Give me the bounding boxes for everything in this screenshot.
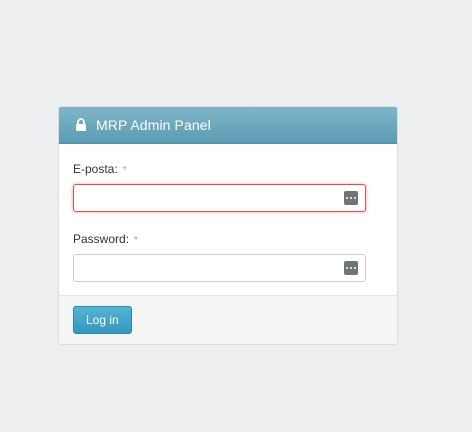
password-manager-icon[interactable] (344, 261, 358, 275)
required-asterisk: * (122, 165, 127, 176)
email-input[interactable] (73, 184, 366, 212)
email-field-group: E-posta: * (73, 162, 366, 212)
login-button[interactable]: Log in (73, 306, 132, 334)
email-label-text: E-posta: (73, 162, 118, 176)
login-panel: MRP Admin Panel E-posta: * Password: * L… (58, 106, 398, 345)
panel-header: MRP Admin Panel (59, 107, 397, 144)
required-asterisk: * (134, 235, 138, 246)
password-input-wrap (73, 254, 366, 282)
lock-icon (76, 118, 86, 131)
email-label: E-posta: * (73, 162, 365, 176)
password-field-group: Password: * (73, 232, 366, 282)
password-manager-icon[interactable] (344, 191, 358, 205)
login-form: E-posta: * Password: * (59, 144, 397, 298)
password-label-text: Password: (73, 232, 130, 246)
panel-footer: Log in (59, 295, 397, 344)
email-input-wrap (73, 184, 366, 212)
panel-title: MRP Admin Panel (96, 117, 211, 133)
password-label: Password: * (73, 232, 365, 246)
password-input[interactable] (73, 254, 366, 282)
